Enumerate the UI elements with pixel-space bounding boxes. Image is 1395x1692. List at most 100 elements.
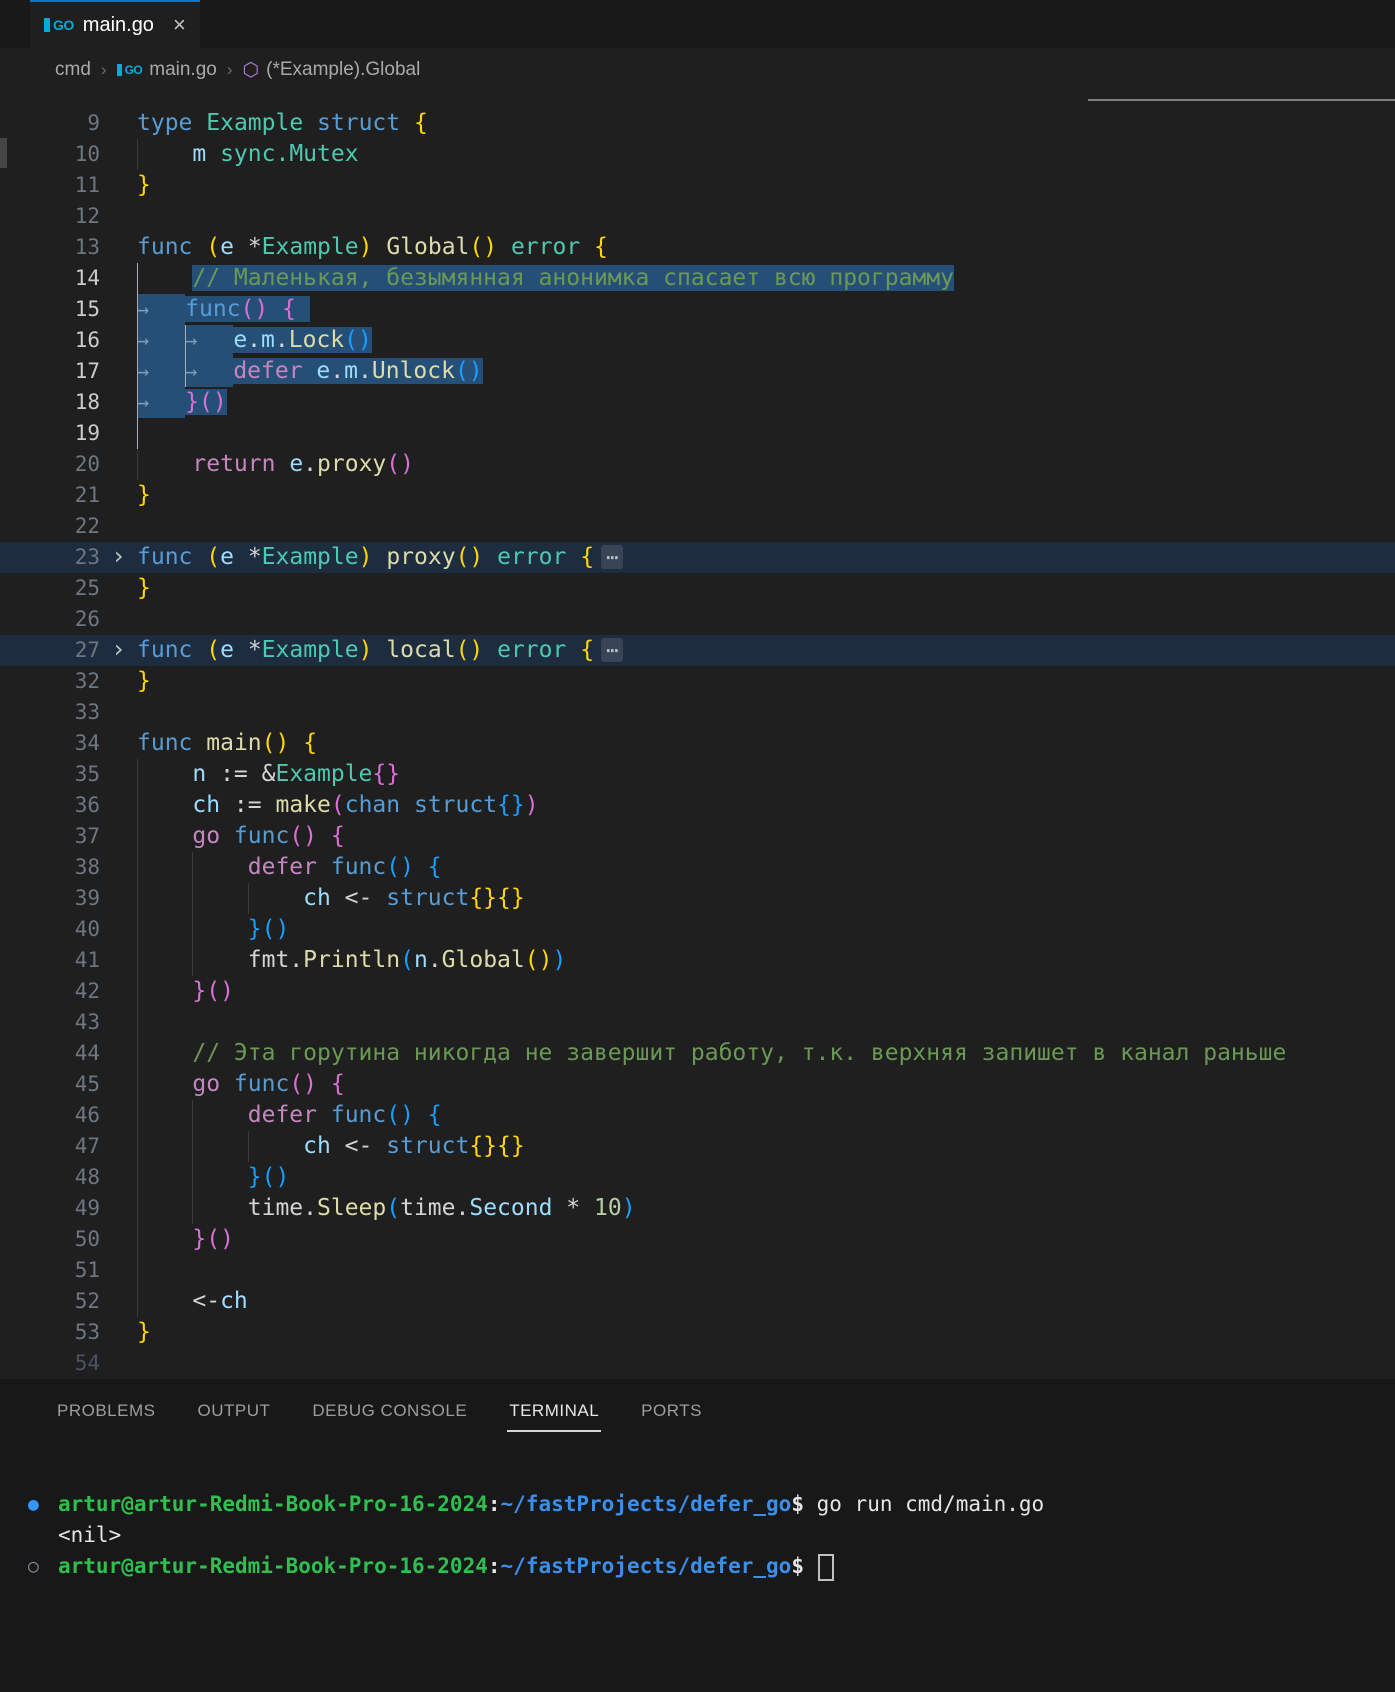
code-line[interactable]: 34 func main() { (0, 728, 1395, 759)
line-number[interactable]: 42 (0, 976, 100, 1007)
line-number[interactable]: 25 (0, 573, 100, 604)
code-line[interactable]: 53} (0, 1317, 1395, 1348)
line-number[interactable]: 10 (0, 139, 100, 170)
line-number[interactable]: 39 (0, 883, 100, 914)
code-line[interactable]: 36 ch := make(chan struct{}) (0, 790, 1395, 821)
code-line[interactable]: 39 ch <- struct{}{} (0, 883, 1395, 914)
line-number[interactable]: 36 (0, 790, 100, 821)
code-line[interactable]: 22 (0, 511, 1395, 542)
line-number[interactable]: 37 (0, 821, 100, 852)
line-number[interactable]: 50 (0, 1224, 100, 1255)
line-number[interactable]: 49 (0, 1193, 100, 1224)
code-line[interactable]: 45 go func() { (0, 1069, 1395, 1100)
code-line[interactable]: 13 func (e *Example) Global() error { (0, 232, 1395, 263)
line-number[interactable]: 51 (0, 1255, 100, 1286)
line-number[interactable]: 15 (0, 294, 100, 325)
line-number[interactable]: 53 (0, 1317, 100, 1348)
code-line[interactable]: 19 (0, 418, 1395, 449)
code-line[interactable]: 44 // Эта горутина никогда не завершит ра… (0, 1038, 1395, 1069)
line-number[interactable]: 20 (0, 449, 100, 480)
line-number[interactable]: 19 (0, 418, 100, 449)
line-number[interactable]: 46 (0, 1100, 100, 1131)
code-line[interactable]: 26 (0, 604, 1395, 635)
code-line[interactable]: 23 › func (e *Example) proxy() error {⋯ (0, 542, 1395, 573)
tab-debug-console[interactable]: DEBUG CONSOLE (310, 1392, 469, 1432)
code-line[interactable]: 48}() (0, 1162, 1395, 1193)
line-number[interactable]: 52 (0, 1286, 100, 1317)
code-line[interactable]: 11} (0, 170, 1395, 201)
close-icon[interactable]: × (173, 12, 186, 38)
tab-main-go[interactable]: GO main.go × (30, 0, 200, 48)
line-number[interactable]: 45 (0, 1069, 100, 1100)
line-number[interactable]: 33 (0, 697, 100, 728)
breadcrumb-item-symbol[interactable]: ⬡ (*Example).Global (243, 59, 421, 82)
code-line[interactable]: 17 → → defer e.m.Unlock() (0, 356, 1395, 387)
line-number[interactable]: 23 (0, 542, 100, 573)
code-line[interactable]: 47 ch <- struct{}{} (0, 1131, 1395, 1162)
line-number[interactable]: 18 (0, 387, 100, 418)
fold-chevron-icon[interactable]: › (100, 542, 137, 573)
line-number[interactable]: 11 (0, 170, 100, 201)
code-line[interactable]: 15 → func() { (0, 294, 1395, 325)
line-number[interactable]: 44 (0, 1038, 100, 1069)
code-line[interactable]: 14 // Маленькая, безымянная анонимка спас… (0, 263, 1395, 294)
line-number[interactable]: 22 (0, 511, 100, 542)
code-line[interactable]: 50}() (0, 1224, 1395, 1255)
line-number[interactable]: 40 (0, 914, 100, 945)
command-decoration-icon[interactable]: ● (28, 1489, 58, 1520)
line-number[interactable]: 14 (0, 263, 100, 294)
line-number[interactable]: 47 (0, 1131, 100, 1162)
breadcrumb-item-main-go[interactable]: GO main.go (116, 59, 217, 81)
terminal[interactable]: ● artur@artur-Redmi-Book-Pro-16-2024:~/fa… (0, 1489, 1395, 1582)
code-line[interactable]: 20 return e.proxy() (0, 449, 1395, 480)
code-editor[interactable]: 9 type Example struct {10 m sync.Mutex 11} 1… (0, 92, 1395, 1379)
line-number[interactable]: 38 (0, 852, 100, 883)
command-decoration-icon[interactable]: ○ (28, 1551, 58, 1582)
folded-code-ellipsis[interactable]: ⋯ (601, 638, 624, 662)
tab-ports[interactable]: PORTS (639, 1392, 704, 1432)
line-number[interactable]: 16 (0, 325, 100, 356)
line-number[interactable]: 21 (0, 480, 100, 511)
line-number[interactable]: 27 (0, 635, 100, 666)
code-line[interactable]: 33 (0, 697, 1395, 728)
code-line[interactable]: 40}() (0, 914, 1395, 945)
code-line[interactable]: 12 (0, 201, 1395, 232)
line-number[interactable]: 26 (0, 604, 100, 635)
tab-problems[interactable]: PROBLEMS (55, 1392, 157, 1432)
line-number[interactable]: 13 (0, 232, 100, 263)
code-line[interactable]: 42}() (0, 976, 1395, 1007)
code-line[interactable]: 35 n := &Example{} (0, 759, 1395, 790)
line-number[interactable]: 32 (0, 666, 100, 697)
code-line[interactable]: 16 → → e.m.Lock() (0, 325, 1395, 356)
line-number[interactable]: 43 (0, 1007, 100, 1038)
line-number[interactable]: 48 (0, 1162, 100, 1193)
code-line[interactable]: 51 (0, 1255, 1395, 1286)
folded-code-ellipsis[interactable]: ⋯ (601, 545, 624, 569)
code-line[interactable]: 41 fmt.Println(n.Global()) (0, 945, 1395, 976)
code-line[interactable]: 37 go func() { (0, 821, 1395, 852)
code-line[interactable]: 10 m sync.Mutex (0, 139, 1395, 170)
line-number[interactable]: 35 (0, 759, 100, 790)
code-line[interactable]: 52 <-ch (0, 1286, 1395, 1317)
code-line[interactable]: 43 (0, 1007, 1395, 1038)
line-number[interactable]: 17 (0, 356, 100, 387)
code-line[interactable]: 32} (0, 666, 1395, 697)
code-line[interactable]: 49 time.Sleep(time.Second * 10) (0, 1193, 1395, 1224)
code-line[interactable]: 27 › func (e *Example) local() error {⋯ (0, 635, 1395, 666)
line-number[interactable]: 12 (0, 201, 100, 232)
code-line[interactable]: 18 →}() (0, 387, 1395, 418)
breadcrumb-item-cmd[interactable]: cmd (55, 59, 91, 81)
line-number[interactable]: 34 (0, 728, 100, 759)
fold-chevron-icon[interactable]: › (100, 635, 137, 666)
line-number[interactable]: 9 (0, 108, 100, 139)
tab-terminal[interactable]: TERMINAL (507, 1392, 602, 1432)
code-line[interactable]: 54 (0, 1348, 1395, 1379)
code-line[interactable]: 25} (0, 573, 1395, 604)
line-number[interactable]: 41 (0, 945, 100, 976)
code-line[interactable]: 9 type Example struct { (0, 108, 1395, 139)
tab-output[interactable]: OUTPUT (195, 1392, 272, 1432)
code-line[interactable]: 21} (0, 480, 1395, 511)
code-line[interactable]: 46 defer func() { (0, 1100, 1395, 1131)
line-number[interactable]: 54 (0, 1348, 100, 1379)
code-line[interactable]: 38 defer func() { (0, 852, 1395, 883)
